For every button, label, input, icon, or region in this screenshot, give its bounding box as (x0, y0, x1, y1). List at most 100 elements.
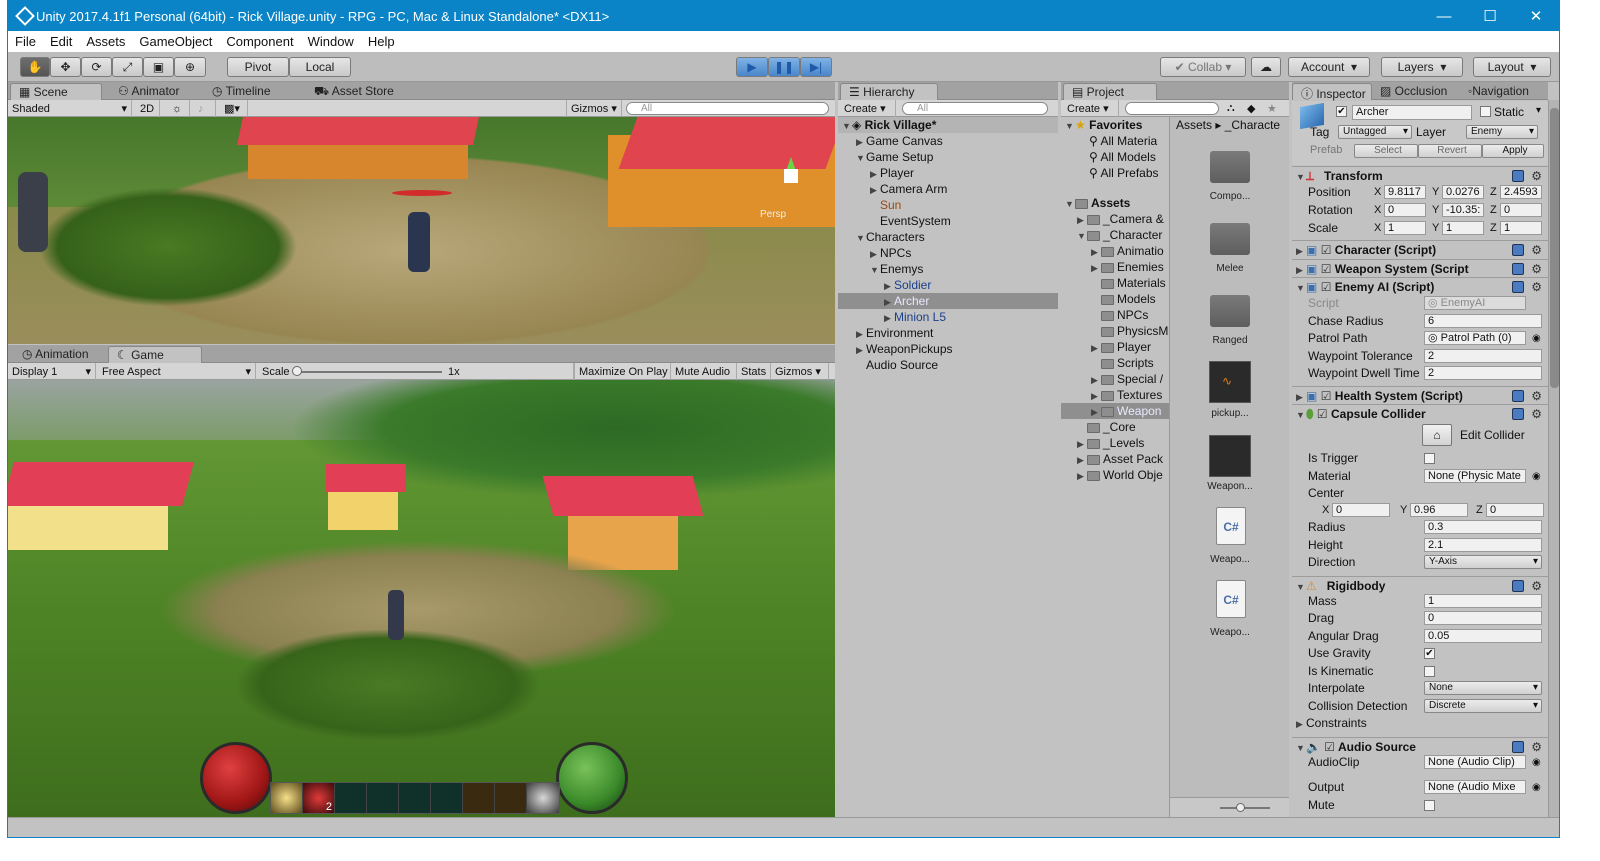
folder-item[interactable]: ▶ Animatio (1061, 243, 1169, 259)
material-field[interactable]: None (Physic Matе (1424, 469, 1526, 483)
gizmo-center[interactable] (784, 169, 798, 183)
menu-window[interactable]: Window (301, 34, 361, 49)
assets-root[interactable]: ▼ Assets (1061, 195, 1169, 211)
rigidbody-header[interactable]: ▼⚠ Rigidbody ⚙ (1292, 576, 1548, 594)
layout-dropdown[interactable]: Layout ▾ (1473, 57, 1551, 77)
enabled-check-icon[interactable]: ☑ (1317, 407, 1328, 421)
tag-dropdown[interactable]: Untagged ▾ (1338, 125, 1412, 139)
icon-size-thumb[interactable] (1236, 803, 1245, 812)
waypoint-dwell-field[interactable]: 2 (1424, 366, 1542, 380)
hierarchy-item-game-setup[interactable]: ▼Game Setup (838, 149, 1058, 165)
help-icon[interactable] (1512, 281, 1524, 293)
hierarchy-item-camera-arm[interactable]: ▶ Camera Arm (838, 181, 1058, 197)
audio-asset-icon[interactable]: ∿ (1209, 361, 1251, 403)
scale-tool-icon[interactable]: ⤢ (112, 57, 143, 77)
hierarchy-item-enemys[interactable]: ▼Enemys (838, 261, 1058, 277)
hierarchy-scene-root[interactable]: ▼◈ Rick Village* (838, 117, 1058, 133)
layer-dropdown[interactable]: Enemy ▾ (1466, 125, 1538, 139)
hierarchy-item-audio-source[interactable]: Audio Source (838, 357, 1058, 373)
gear-icon[interactable]: ⚙ (1531, 278, 1542, 296)
asset-folder-icon[interactable] (1210, 223, 1250, 255)
menu-assets[interactable]: Assets (79, 34, 132, 49)
hierarchy-item-soldier[interactable]: ▶ Soldier (838, 277, 1058, 293)
fav-item[interactable]: ⚲ All Prefabs (1061, 165, 1169, 181)
minimize-icon[interactable]: — (1421, 1, 1467, 31)
object-name-field[interactable]: Archer (1352, 105, 1472, 120)
folder-item[interactable]: ▼ _Character (1061, 227, 1169, 243)
static-checkbox[interactable] (1480, 106, 1491, 117)
hierarchy-item-npcs[interactable]: ▶ NPCs (838, 245, 1058, 261)
help-icon[interactable] (1512, 263, 1524, 275)
enemy-ai-header[interactable]: ▼▣ ☑ Enemy AI (Script) ⚙ (1292, 277, 1548, 295)
prefab-revert-button[interactable]: Revert (1418, 144, 1482, 158)
mute-audio-toggle[interactable]: Mute Audio (671, 363, 737, 380)
prefab-select-button[interactable]: Select (1354, 144, 1418, 158)
folder-item[interactable]: ▶ Textures (1061, 387, 1169, 403)
folder-item[interactable]: PhysicsM (1061, 323, 1169, 339)
scene-search-input[interactable]: All (626, 102, 829, 115)
rotation-x-field[interactable]: 0 (1384, 203, 1426, 217)
menu-gameobject[interactable]: GameObject (132, 34, 219, 49)
direction-dropdown[interactable]: Y-Axis ▾ (1424, 555, 1542, 569)
scene-gizmos-dropdown[interactable]: Gizmos ▾ (566, 100, 622, 117)
csharp-script-icon[interactable]: C# (1216, 507, 1246, 545)
output-field[interactable]: None (Audio Mixe (1424, 780, 1526, 794)
collision-detection-dropdown[interactable]: Discrete ▾ (1424, 699, 1542, 713)
pivot-button[interactable]: Pivot (227, 57, 289, 77)
hierarchy-item-player[interactable]: ▶ Player (838, 165, 1058, 181)
ability-slot-empty[interactable] (495, 783, 527, 813)
is-trigger-checkbox[interactable] (1424, 453, 1435, 464)
hierarchy-item-minion[interactable]: ▶ Minion L5 (838, 309, 1058, 325)
asset-folder-icon[interactable] (1210, 295, 1250, 327)
hierarchy-item-archer[interactable]: ▶ Archer (838, 293, 1058, 309)
audio-source-header[interactable]: ▼🔈 ☑ Audio Source ⚙ (1292, 737, 1548, 755)
ability-slot-empty[interactable] (431, 783, 463, 813)
position-x-field[interactable]: 9.8117 (1384, 185, 1426, 199)
audio-toggle-icon[interactable]: ♪ (194, 100, 216, 117)
fav-item[interactable]: ⚲ All Models (1061, 149, 1169, 165)
step-button[interactable]: ▶| (800, 57, 832, 77)
move-tool-icon[interactable]: ✥ (50, 57, 81, 77)
menu-help[interactable]: Help (361, 34, 402, 49)
gear-icon[interactable]: ⚙ (1531, 260, 1542, 278)
help-icon[interactable] (1512, 408, 1524, 420)
rotation-y-field[interactable]: -10.35: (1442, 203, 1484, 217)
collab-dropdown[interactable]: ✔ Collab ▾ (1160, 57, 1246, 77)
local-button[interactable]: Local (289, 57, 351, 77)
folder-item[interactable]: ▶ Enemies (1061, 259, 1169, 275)
hierarchy-item-eventsystem[interactable]: EventSystem (838, 213, 1058, 229)
breadcrumb-assets[interactable]: Assets (1176, 118, 1212, 132)
audioclip-field[interactable]: None (Audio Clip) (1424, 755, 1526, 769)
shading-dropdown[interactable]: Shaded ▾ (8, 100, 132, 117)
help-icon[interactable] (1512, 390, 1524, 402)
scene-archer-character[interactable] (408, 212, 430, 272)
scale-thumb[interactable] (292, 366, 302, 376)
center-z-field[interactable]: 0 (1486, 503, 1544, 517)
persp-label[interactable]: Persp (760, 209, 786, 220)
help-icon[interactable] (1512, 580, 1524, 592)
pause-button[interactable]: ❚❚ (768, 57, 800, 77)
hierarchy-item-environment[interactable]: ▶ Environment (838, 325, 1058, 341)
stats-toggle[interactable]: Stats (737, 363, 771, 380)
static-dropdown-icon[interactable]: ▾ (1536, 105, 1541, 116)
position-z-field[interactable]: 2.4593 (1500, 185, 1542, 199)
game-player-character[interactable] (388, 590, 404, 640)
effects-icon[interactable]: ▩▾ (220, 100, 248, 117)
tab-animation[interactable]: ◷ Animation (14, 346, 97, 363)
weapon-script-header[interactable]: ▶ ▣ ☑ Weapon System (Script ⚙ (1292, 259, 1548, 277)
folder-item[interactable]: NPCs (1061, 307, 1169, 323)
hierarchy-item-sun[interactable]: Sun (838, 197, 1058, 213)
enabled-check-icon[interactable]: ☑ (1321, 243, 1332, 257)
edit-collider-button[interactable]: ⌂ (1422, 424, 1452, 446)
gear-icon[interactable]: ⚙ (1531, 405, 1542, 423)
folder-item[interactable]: _Core (1061, 419, 1169, 435)
favorites-root[interactable]: ▼★ Favorites (1061, 117, 1169, 133)
game-gizmos-dropdown[interactable]: Gizmos ▾ (771, 363, 829, 380)
tab-scene[interactable]: ▦ Scene (10, 83, 102, 100)
patrol-path-field[interactable]: ◎ Patrol Path (0) (1424, 331, 1526, 345)
tab-game[interactable]: ☾ Game (108, 346, 202, 363)
mass-field[interactable]: 1 (1424, 594, 1542, 608)
tab-hierarchy[interactable]: ☰ Hierarchy (840, 83, 938, 100)
maximize-on-play-toggle[interactable]: Maximize On Play (574, 363, 671, 380)
favorite-star-icon[interactable]: ★ (1263, 100, 1283, 117)
